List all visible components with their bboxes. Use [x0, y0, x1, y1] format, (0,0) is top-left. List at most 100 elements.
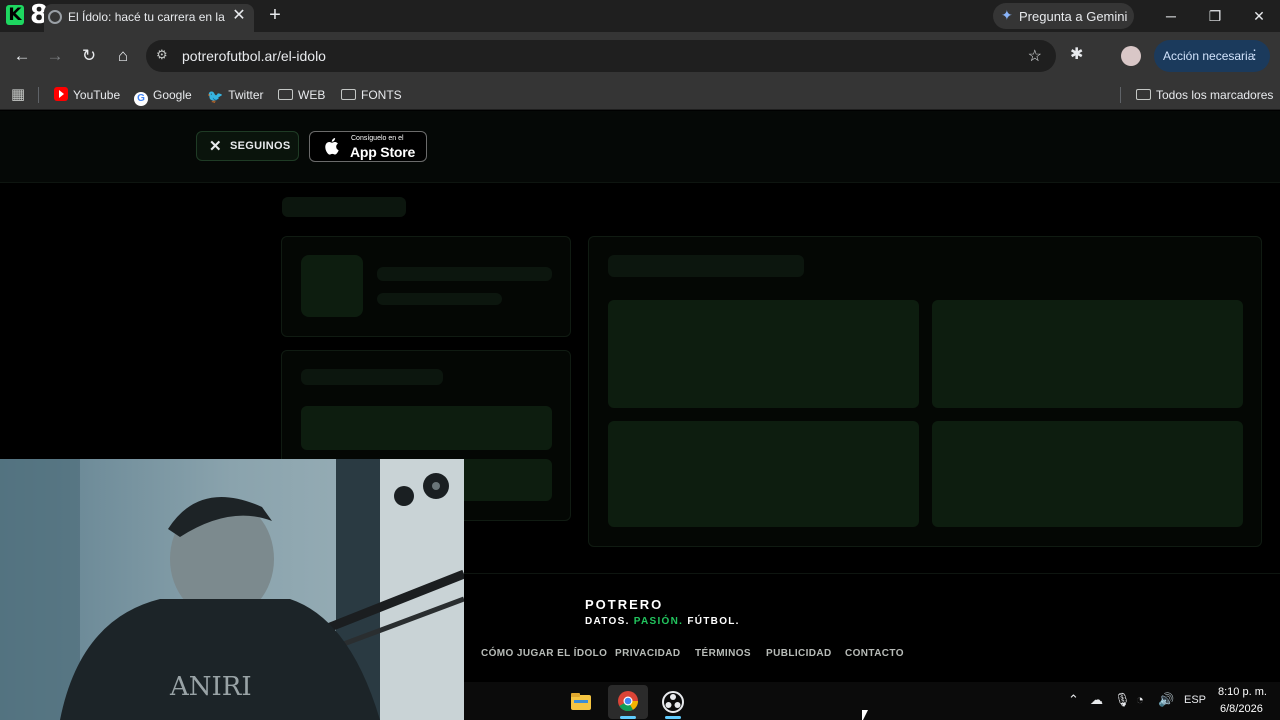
bookmarks-separator: [1120, 87, 1121, 103]
restore-button[interactable]: ❐: [1200, 4, 1230, 28]
footer-link-terms[interactable]: TÉRMINOS: [695, 648, 751, 659]
tab-favicon-icon: [48, 10, 62, 24]
svg-text:ANIRI: ANIRI: [169, 672, 252, 702]
url-text[interactable]: potrerofutbol.ar/el-idolo: [182, 48, 326, 64]
tab-title: El Ídolo: hacé tu carrera en la Li: [68, 10, 226, 24]
obs-icon: [662, 691, 684, 713]
back-button[interactable]: ←: [10, 44, 34, 68]
apps-grid-icon[interactable]: ▦: [11, 85, 25, 103]
skeleton-block: [932, 300, 1243, 408]
footer-tagline: DATOS. PASIÓN. FÚTBOL.: [585, 616, 740, 627]
all-bookmarks-label: Todos los marcadores: [1156, 88, 1274, 102]
bookmark-label: YouTube: [73, 88, 121, 102]
site-settings-icon[interactable]: ⚙: [156, 47, 168, 63]
all-bookmarks-button[interactable]: Todos los marcadores: [1136, 85, 1273, 105]
file-explorer-button[interactable]: [561, 685, 601, 719]
address-bar[interactable]: ⚙ potrerofutbol.ar/el-idolo ☆: [146, 40, 1056, 72]
tray-overflow-icon[interactable]: ⌃: [1068, 692, 1079, 708]
tagline-futbol: FÚTBOL.: [687, 616, 740, 627]
webcam-overlay: ANIRI: [0, 459, 464, 720]
folder-icon: [1136, 89, 1151, 100]
new-tab-button[interactable]: +: [266, 4, 284, 26]
bookmark-label: FONTS: [361, 88, 402, 102]
skeleton-card-profile: [281, 236, 571, 337]
browser-toolbar: ← → ↻ ⌂ ⚙ potrerofutbol.ar/el-idolo ☆ ✱ …: [0, 32, 1280, 80]
tagline-pasion: PASIÓN.: [633, 616, 684, 627]
bookmarks-bar: ▦ YouTube G Google 🐦 Twitter WEB FONTS Tod…: [0, 80, 1280, 110]
action-needed-button[interactable]: Acción necesaria ⋮: [1154, 40, 1270, 72]
clock-date[interactable]: 6/8/2026: [1220, 703, 1263, 715]
action-needed-label: Acción necesaria: [1163, 49, 1255, 63]
skeleton-line: [377, 267, 552, 281]
skeleton-avatar: [301, 255, 363, 317]
app-store-button[interactable]: Consíguelo en el App Store: [309, 131, 427, 162]
forward-button[interactable]: →: [43, 44, 67, 68]
appstore-big-label: App Store: [350, 144, 416, 160]
site-header: ✕ SEGUINOS Consíguelo en el App Store: [0, 111, 1280, 183]
bookmark-label: WEB: [298, 88, 326, 102]
skeleton-title: [282, 197, 406, 217]
skeleton-line: [301, 369, 443, 385]
extensions-puzzle-icon[interactable]: ✱: [1070, 44, 1083, 64]
bookmark-folder-fonts[interactable]: FONTS: [341, 85, 402, 105]
kick-logo-icon: K: [6, 5, 24, 25]
language-indicator[interactable]: ESP: [1184, 694, 1206, 706]
tagline-datos: DATOS.: [585, 616, 630, 627]
tab-el-idolo[interactable]: El Ídolo: hacé tu carrera en la Li ✕: [44, 4, 254, 32]
follow-label: SEGUINOS: [230, 140, 291, 152]
bookmark-label: Twitter: [228, 88, 264, 102]
microphone-icon[interactable]: 🎙: [1114, 692, 1131, 708]
reload-button[interactable]: ↻: [77, 44, 101, 68]
obs-button[interactable]: [653, 685, 693, 719]
youtube-icon: [54, 87, 68, 101]
tab-strip: K 8 El Ídolo: hacé tu carrera en la Li ✕…: [0, 0, 1280, 32]
skeleton-line: [608, 255, 804, 277]
bookmarks-separator: [38, 87, 39, 103]
twitter-icon: 🐦: [207, 89, 224, 104]
minimize-button[interactable]: ─: [1156, 4, 1186, 28]
skeleton-block: [932, 421, 1243, 527]
footer-link-advertising[interactable]: PUBLICIDAD: [766, 648, 832, 659]
bookmark-twitter[interactable]: 🐦 Twitter: [207, 85, 264, 105]
skeleton-block: [301, 406, 552, 450]
profile-avatar[interactable]: [1121, 46, 1141, 66]
skeleton-block: [608, 421, 919, 527]
appstore-small-label: Consíguelo en el: [351, 135, 404, 142]
active-app-indicator: [620, 716, 636, 719]
folder-icon: [278, 89, 293, 100]
webcam-feed-image: ANIRI: [0, 459, 464, 720]
gemini-sparkle-icon: ✦: [1001, 7, 1013, 23]
running-app-indicator: [665, 716, 681, 719]
skeleton-line: [377, 293, 502, 305]
bookmark-folder-web[interactable]: WEB: [278, 85, 325, 105]
wifi-icon[interactable]: ◔: [1136, 692, 1144, 707]
bookmark-youtube[interactable]: YouTube: [54, 85, 120, 105]
apple-logo-icon: [325, 138, 339, 155]
chrome-button[interactable]: [608, 685, 648, 719]
gemini-label: Pregunta a Gemini: [1019, 9, 1128, 24]
volume-icon[interactable]: 🔊: [1158, 692, 1174, 708]
bookmark-google[interactable]: G Google: [134, 85, 192, 106]
footer-link-contact[interactable]: CONTACTO: [845, 648, 904, 659]
file-explorer-icon: [571, 693, 591, 710]
clock-time[interactable]: 8:10 p. m.: [1218, 686, 1267, 698]
bookmark-label: Google: [153, 88, 192, 102]
google-icon: G: [134, 92, 148, 106]
footer-brand: POTRERO: [585, 597, 664, 612]
tab-close-icon[interactable]: ✕: [230, 7, 248, 25]
menu-dots-icon[interactable]: ⋮: [1248, 47, 1261, 63]
skeleton-card-stats: [588, 236, 1262, 547]
onedrive-icon[interactable]: ☁: [1090, 692, 1103, 708]
chrome-icon: [618, 691, 639, 712]
mouse-cursor-icon: [862, 710, 874, 720]
follow-x-button[interactable]: ✕ SEGUINOS: [196, 131, 299, 161]
bookmark-star-icon[interactable]: ☆: [1028, 46, 1042, 66]
home-button[interactable]: ⌂: [111, 44, 135, 68]
footer-link-privacy[interactable]: PRIVACIDAD: [615, 648, 680, 659]
gemini-button[interactable]: ✦ Pregunta a Gemini: [993, 3, 1134, 29]
folder-icon: [341, 89, 356, 100]
x-logo-icon: ✕: [209, 138, 222, 155]
footer-link-how-to-play[interactable]: CÓMO JUGAR EL ÍDOLO: [481, 648, 607, 659]
close-window-button[interactable]: ✕: [1244, 4, 1274, 28]
skeleton-block: [608, 300, 919, 408]
